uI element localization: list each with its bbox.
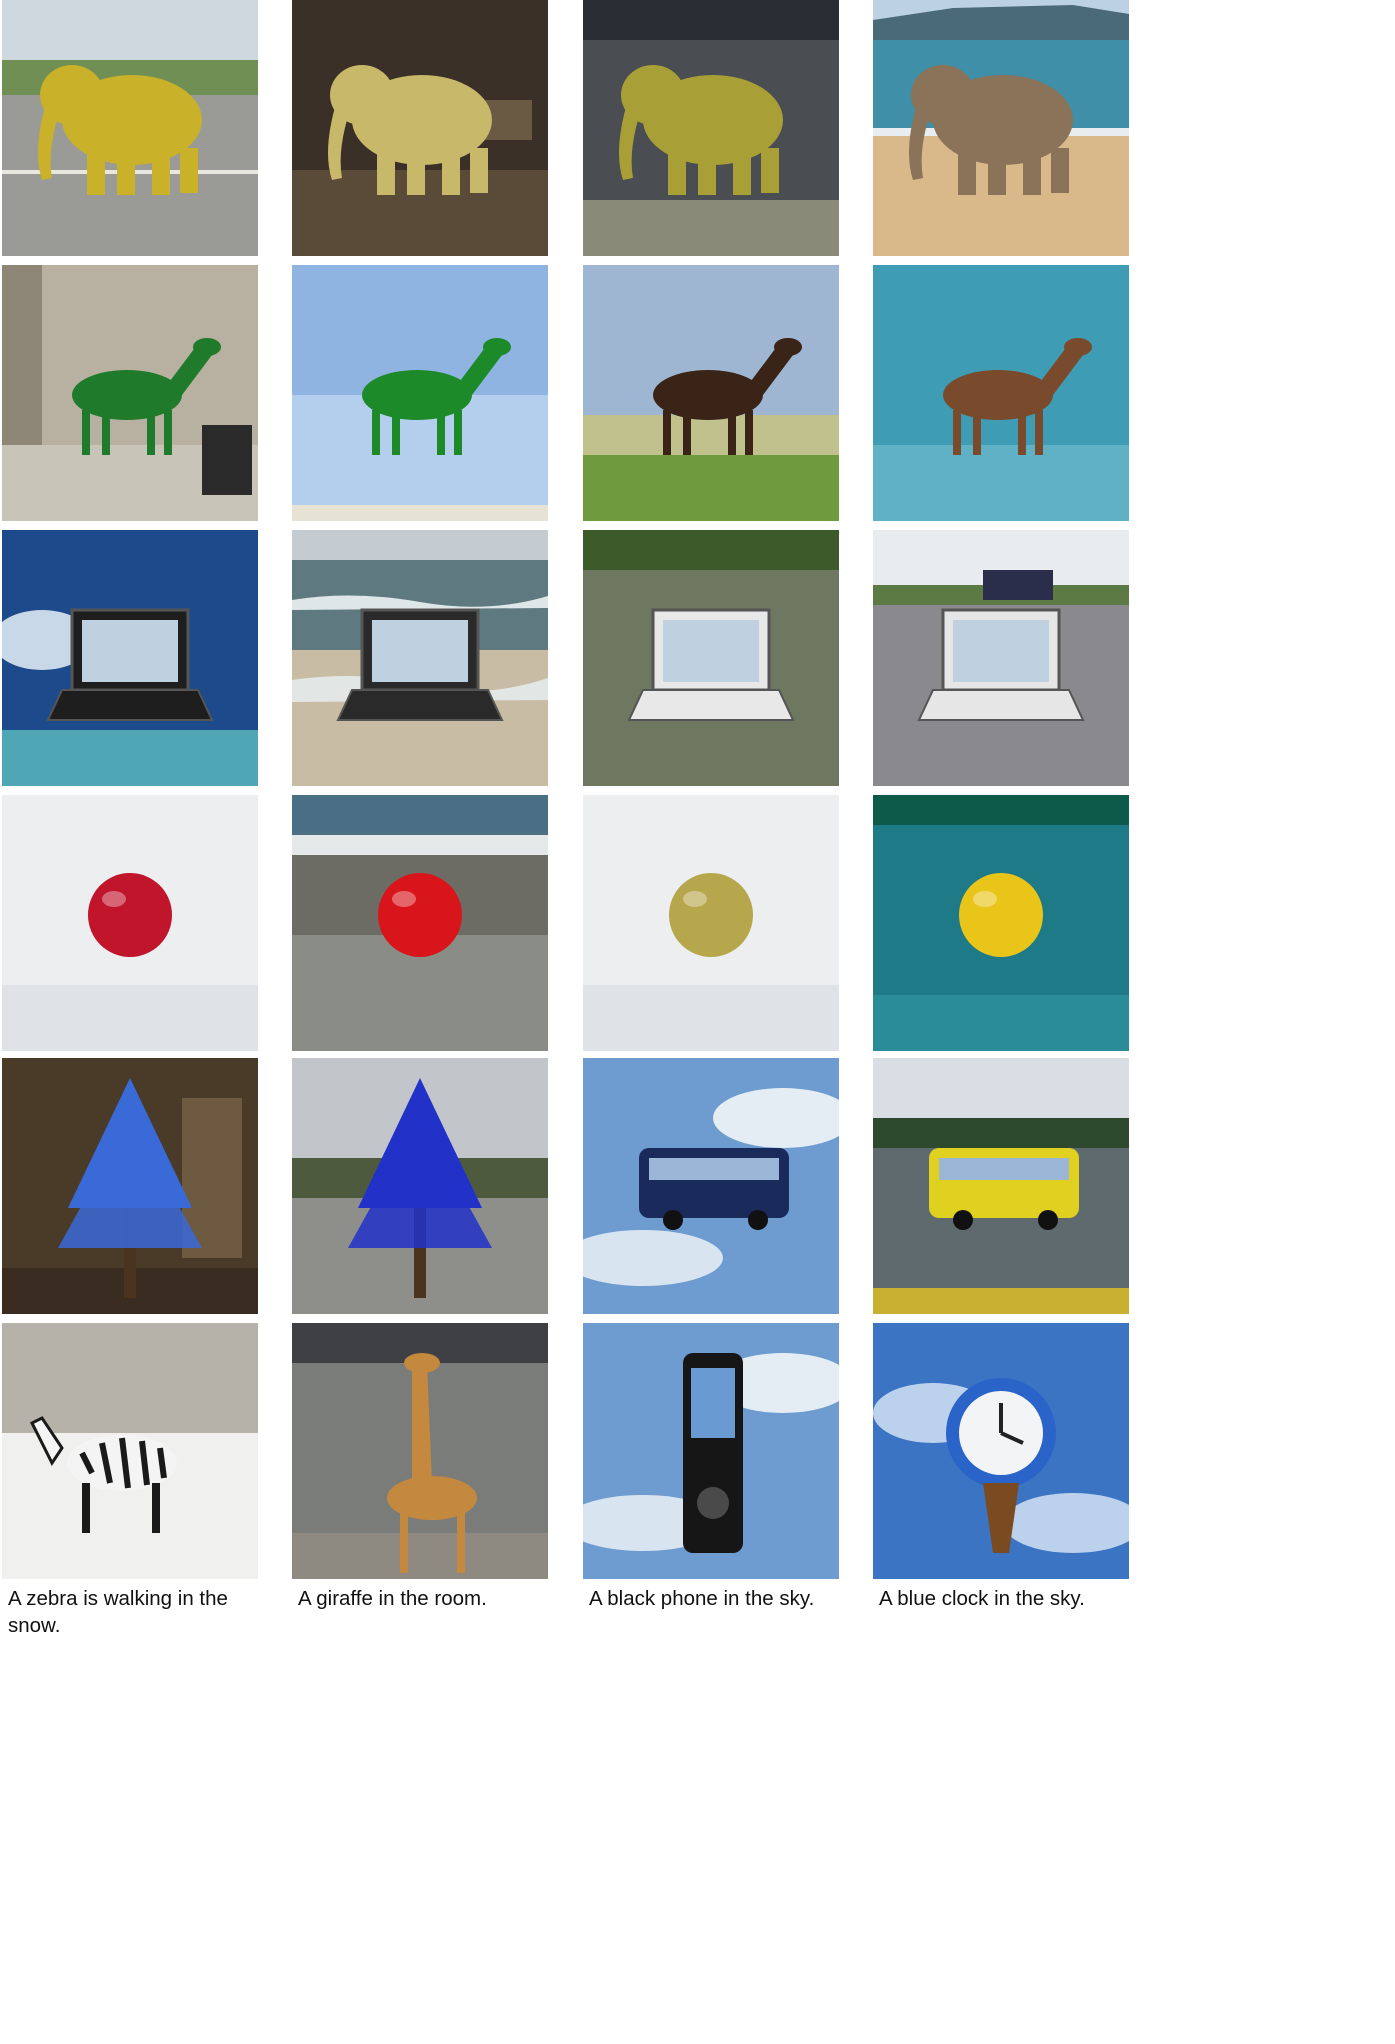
generated-image [292, 1323, 548, 1579]
generated-image [292, 265, 548, 521]
generated-image [2, 795, 258, 1051]
generated-image [873, 0, 1129, 256]
generated-image [583, 1323, 839, 1579]
generated-image [583, 795, 839, 1051]
generated-image [292, 795, 548, 1051]
figure-cell: A black phone in the sky. [583, 1323, 883, 1653]
figure-cell: A zebra is walking in the snow. [2, 1323, 302, 1653]
generated-image [2, 265, 258, 521]
generated-image [2, 0, 258, 256]
generated-image [2, 1058, 258, 1314]
generated-image [2, 1323, 258, 1579]
image-caption: A blue clock in the sky. [879, 1587, 1085, 1610]
generated-image [873, 795, 1129, 1051]
generated-image [583, 530, 839, 786]
figure-cell: A blue clock in the sky. [873, 1323, 1173, 1653]
generated-image [2, 530, 258, 786]
generated-image [292, 530, 548, 786]
generated-image [583, 1058, 839, 1314]
generated-image [292, 0, 548, 256]
image-caption: A zebra is walking in the snow. [8, 1587, 228, 1637]
figure-cell: A giraffe in the room. [292, 1323, 592, 1653]
generated-image [873, 265, 1129, 521]
generated-image [873, 530, 1129, 786]
generated-image [873, 1058, 1129, 1314]
image-caption-grid: A yellow elephant in the street.A yellow… [0, 0, 1395, 2044]
image-caption: A giraffe in the room. [298, 1587, 487, 1610]
generated-image [583, 265, 839, 521]
generated-image [873, 1323, 1129, 1579]
generated-image [292, 1058, 548, 1314]
image-caption: A black phone in the sky. [589, 1587, 815, 1610]
generated-image [583, 0, 839, 256]
